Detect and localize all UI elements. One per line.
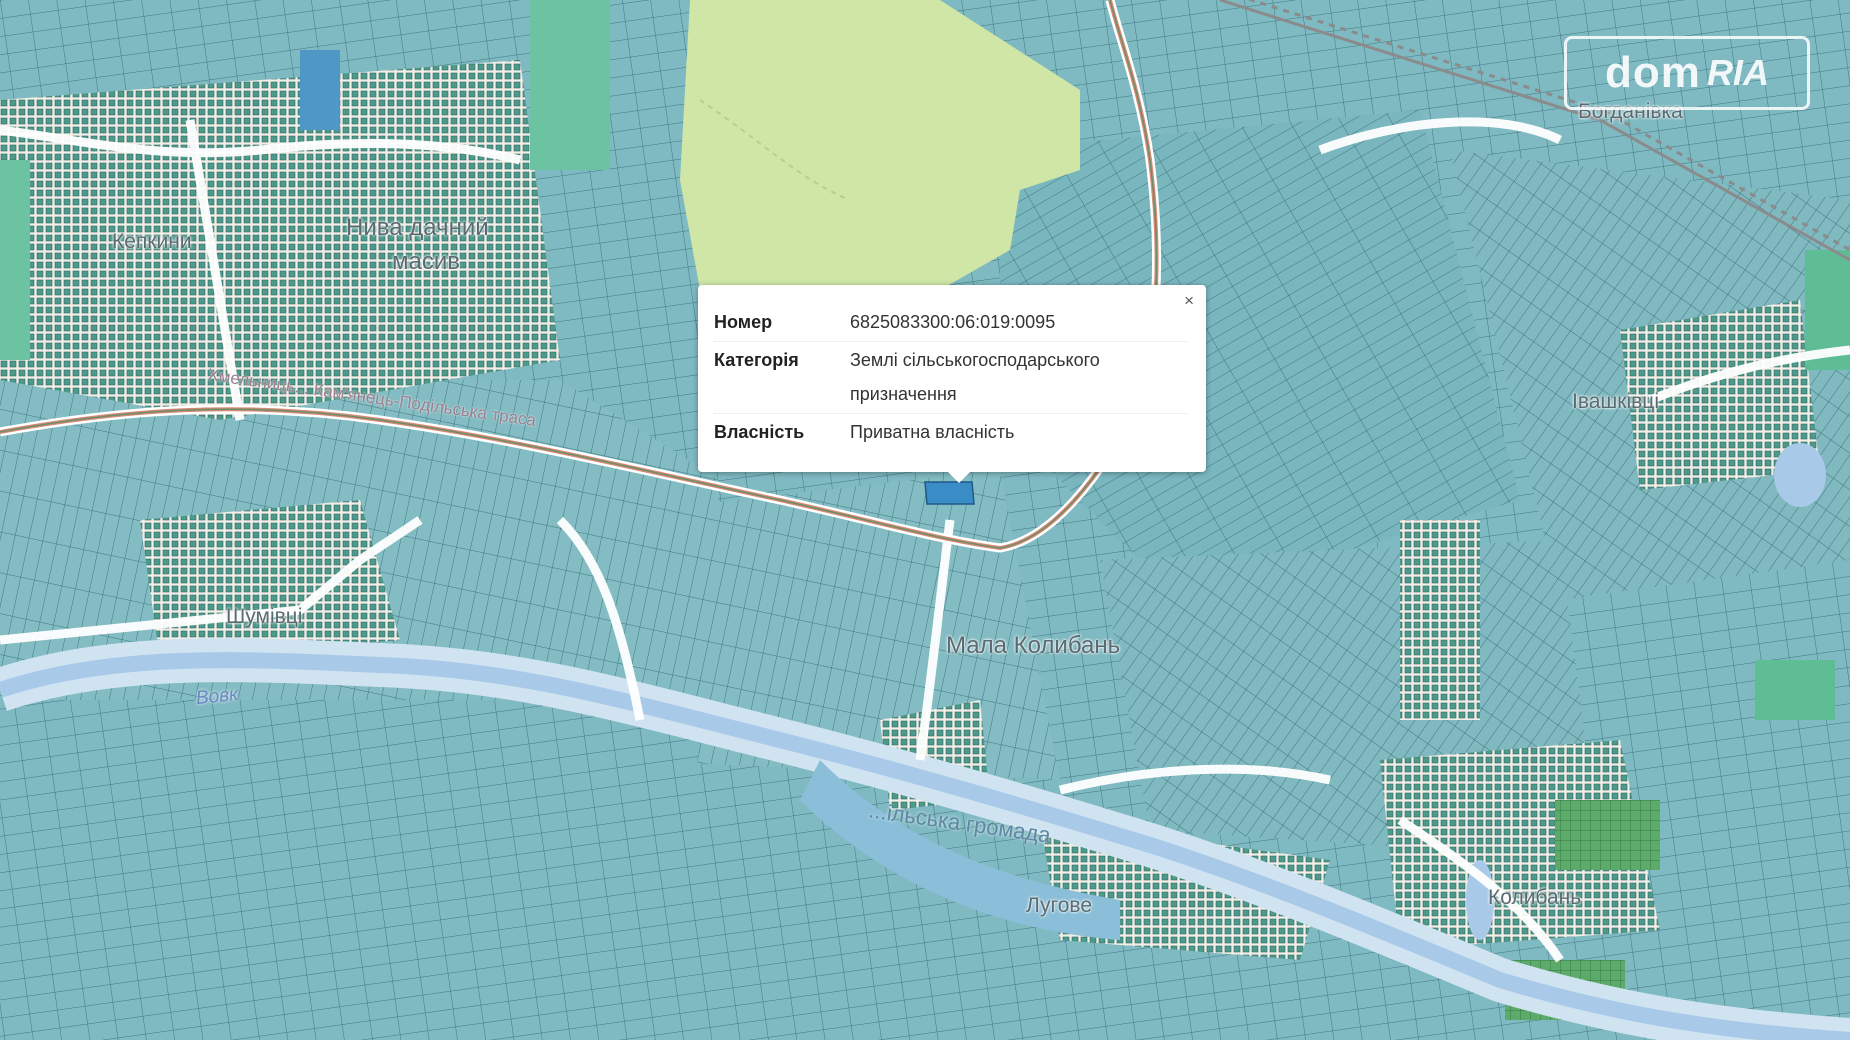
place-label-kolyban: Колибань <box>1488 886 1582 909</box>
parcel-info-popup: × Номер 6825083300:06:019:0095 Категорія… <box>698 285 1206 483</box>
popup-row-category: Категорія Землі сільськогосподарського п… <box>714 343 1188 414</box>
popup-row-number: Номер 6825083300:06:019:0095 <box>714 305 1188 342</box>
place-label-niva-2: масив <box>392 248 461 275</box>
popup-value-category-line2: призначення <box>850 384 957 404</box>
dom-ria-watermark-logo: dom RIA <box>1564 36 1810 110</box>
place-label-luhove: Лугове <box>1026 894 1092 917</box>
popup-pointer <box>948 472 970 483</box>
river-label: Вовк <box>194 683 240 710</box>
parcel-layer[interactable] <box>0 0 1850 1040</box>
place-label-mala-kolyban: Мала Колибань <box>946 632 1121 659</box>
place-label-niva-1: Нива дачний <box>346 214 489 241</box>
popup-value-number: 6825083300:06:019:0095 <box>850 312 1056 332</box>
watermark-ria: RIA <box>1706 52 1769 93</box>
selected-parcel <box>924 481 975 505</box>
cadastral-map[interactable]: Нива дачний масив Кепкини Шумівці Мала К… <box>0 0 1850 1040</box>
popup-value-category-line1: Землі сільськогосподарського <box>850 350 1100 370</box>
place-label-ivashkivtsi: Івашківці <box>1572 390 1659 413</box>
popup-key-number: Номер <box>714 312 773 332</box>
popup-value-ownership: Приватна власність <box>850 422 1015 442</box>
popup-key-category: Категорія <box>714 350 799 370</box>
place-label-shumivtsi: Шумівці <box>226 605 303 628</box>
popup-value-category: Землі сільськогосподарського призначення <box>850 343 1188 413</box>
place-label-kenkyn: Кепкини <box>112 230 192 253</box>
watermark-dom: dom <box>1605 48 1701 97</box>
popup-row-ownership: Власність Приватна власність <box>714 415 1188 451</box>
popup-key-ownership: Власність <box>714 422 805 442</box>
